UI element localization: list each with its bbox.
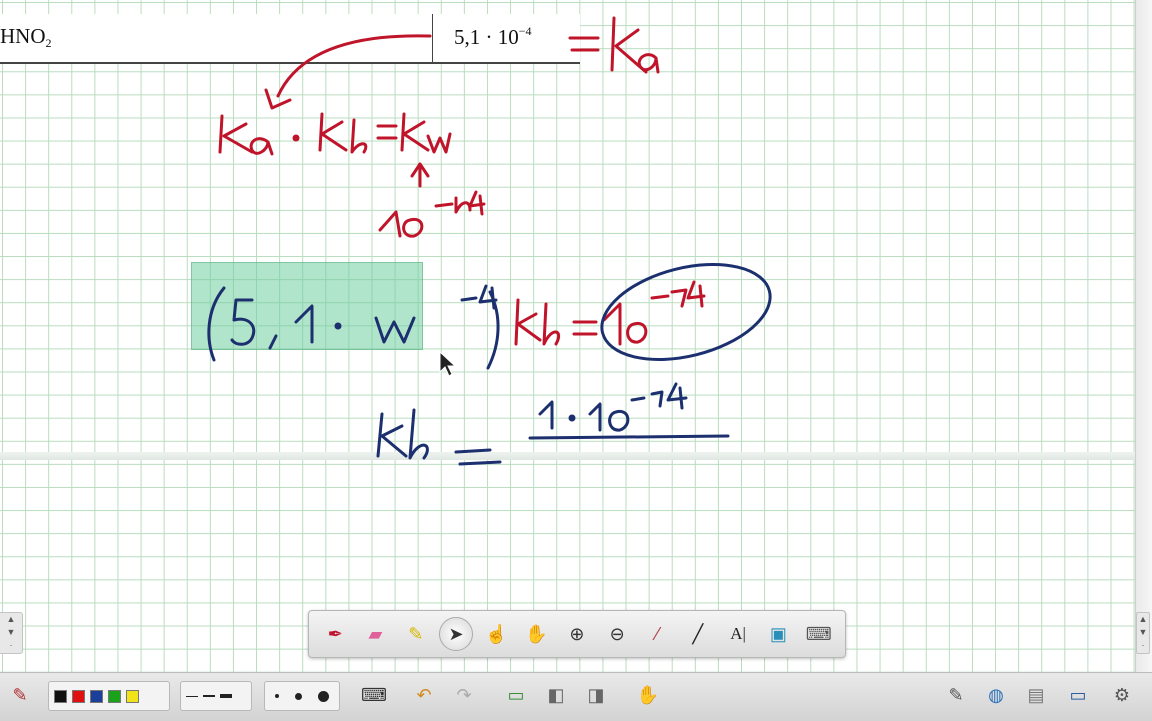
web-browser-icon[interactable]: ◍ [982, 681, 1010, 709]
highlighter-tool-icon[interactable]: ✎ [399, 617, 433, 651]
settings-gear-icon[interactable]: ⚙ [1108, 681, 1136, 709]
line-width-thick[interactable] [220, 694, 232, 698]
line-width-medium[interactable] [203, 695, 215, 697]
pen-settings-icon[interactable]: ✎ [6, 681, 34, 709]
gesture-icon[interactable]: ✋ [634, 681, 662, 709]
point-size-large[interactable] [317, 690, 329, 702]
pipette-icon[interactable]: ⁄ [641, 617, 675, 651]
table-column-divider [432, 14, 433, 64]
compound-subscript: 2 [45, 36, 52, 50]
bottom-taskbar: ✎ ⌨ ↶ ↷ ▭ ◧ ◨ ✋ ✎ ◍ ▤ ▭ ⚙ [0, 672, 1152, 721]
keyboard-icon[interactable]: ⌨ [802, 617, 836, 651]
point-size-medium[interactable] [294, 692, 302, 700]
hand-pointer-icon[interactable]: ☝ [479, 617, 513, 651]
undo-icon[interactable]: ↶ [410, 681, 438, 709]
text-tool-icon[interactable]: A| [721, 617, 755, 651]
previous-page-icon[interactable]: ◧ [542, 681, 570, 709]
page-nav-right[interactable]: ▲ ▼ · [1136, 612, 1150, 654]
floating-pen-toolbar: ✒ ▰ ✎ ➤ ☝ ✋ ⊕ ⊖ ⁄ ╱ A| ▣ ⌨ [308, 610, 846, 658]
color-yellow-swatch[interactable] [126, 689, 139, 703]
point-size-group [264, 681, 340, 711]
edit-page-icon[interactable]: ✎ [942, 681, 970, 709]
color-palette [48, 681, 170, 711]
zoom-in-icon[interactable]: ⊕ [560, 617, 594, 651]
whiteboard-canvas[interactable] [0, 0, 1152, 672]
pan-hand-icon[interactable]: ✋ [520, 617, 554, 651]
pen-tool-icon[interactable]: ✒ [318, 617, 352, 651]
ka-value-cell: 5,1 · 10−4 [454, 24, 532, 50]
new-page-icon[interactable]: ▭ [502, 681, 530, 709]
keyboard-input-icon[interactable]: ⌨ [360, 681, 388, 709]
screen-capture-icon[interactable]: ▣ [761, 617, 795, 651]
right-scroll-strip[interactable] [1135, 0, 1152, 672]
page-separator [0, 452, 1152, 460]
redo-icon[interactable]: ↷ [450, 681, 478, 709]
folder-icon[interactable]: ▤ [1022, 681, 1050, 709]
zoom-out-icon[interactable]: ⊖ [600, 617, 634, 651]
ka-value: 5,1 · 10 [454, 25, 519, 49]
eraser-tool-icon[interactable]: ▰ [358, 617, 392, 651]
highlight-selection [191, 262, 423, 350]
acid-constant-table: HNO2 5,1 · 10−4 [0, 14, 580, 64]
color-blue-swatch[interactable] [90, 689, 103, 703]
point-size-small[interactable] [275, 694, 280, 698]
color-black-swatch[interactable] [54, 689, 67, 703]
compound-cell: HNO2 [0, 24, 52, 51]
select-pointer-icon[interactable]: ➤ [439, 617, 474, 651]
display-icon[interactable]: ▭ [1064, 681, 1092, 709]
mouse-cursor-icon [439, 350, 457, 377]
compound-formula: HNO [0, 24, 46, 48]
next-page-icon[interactable]: ◨ [582, 681, 610, 709]
line-tool-icon[interactable]: ╱ [681, 617, 715, 651]
ka-exponent: −4 [518, 24, 532, 38]
page-nav-left[interactable]: ▲ ▼ · [0, 612, 23, 654]
line-width-thin[interactable] [186, 695, 198, 697]
color-green-swatch[interactable] [108, 689, 121, 703]
line-width-group [180, 681, 252, 711]
color-red-swatch[interactable] [72, 689, 85, 703]
